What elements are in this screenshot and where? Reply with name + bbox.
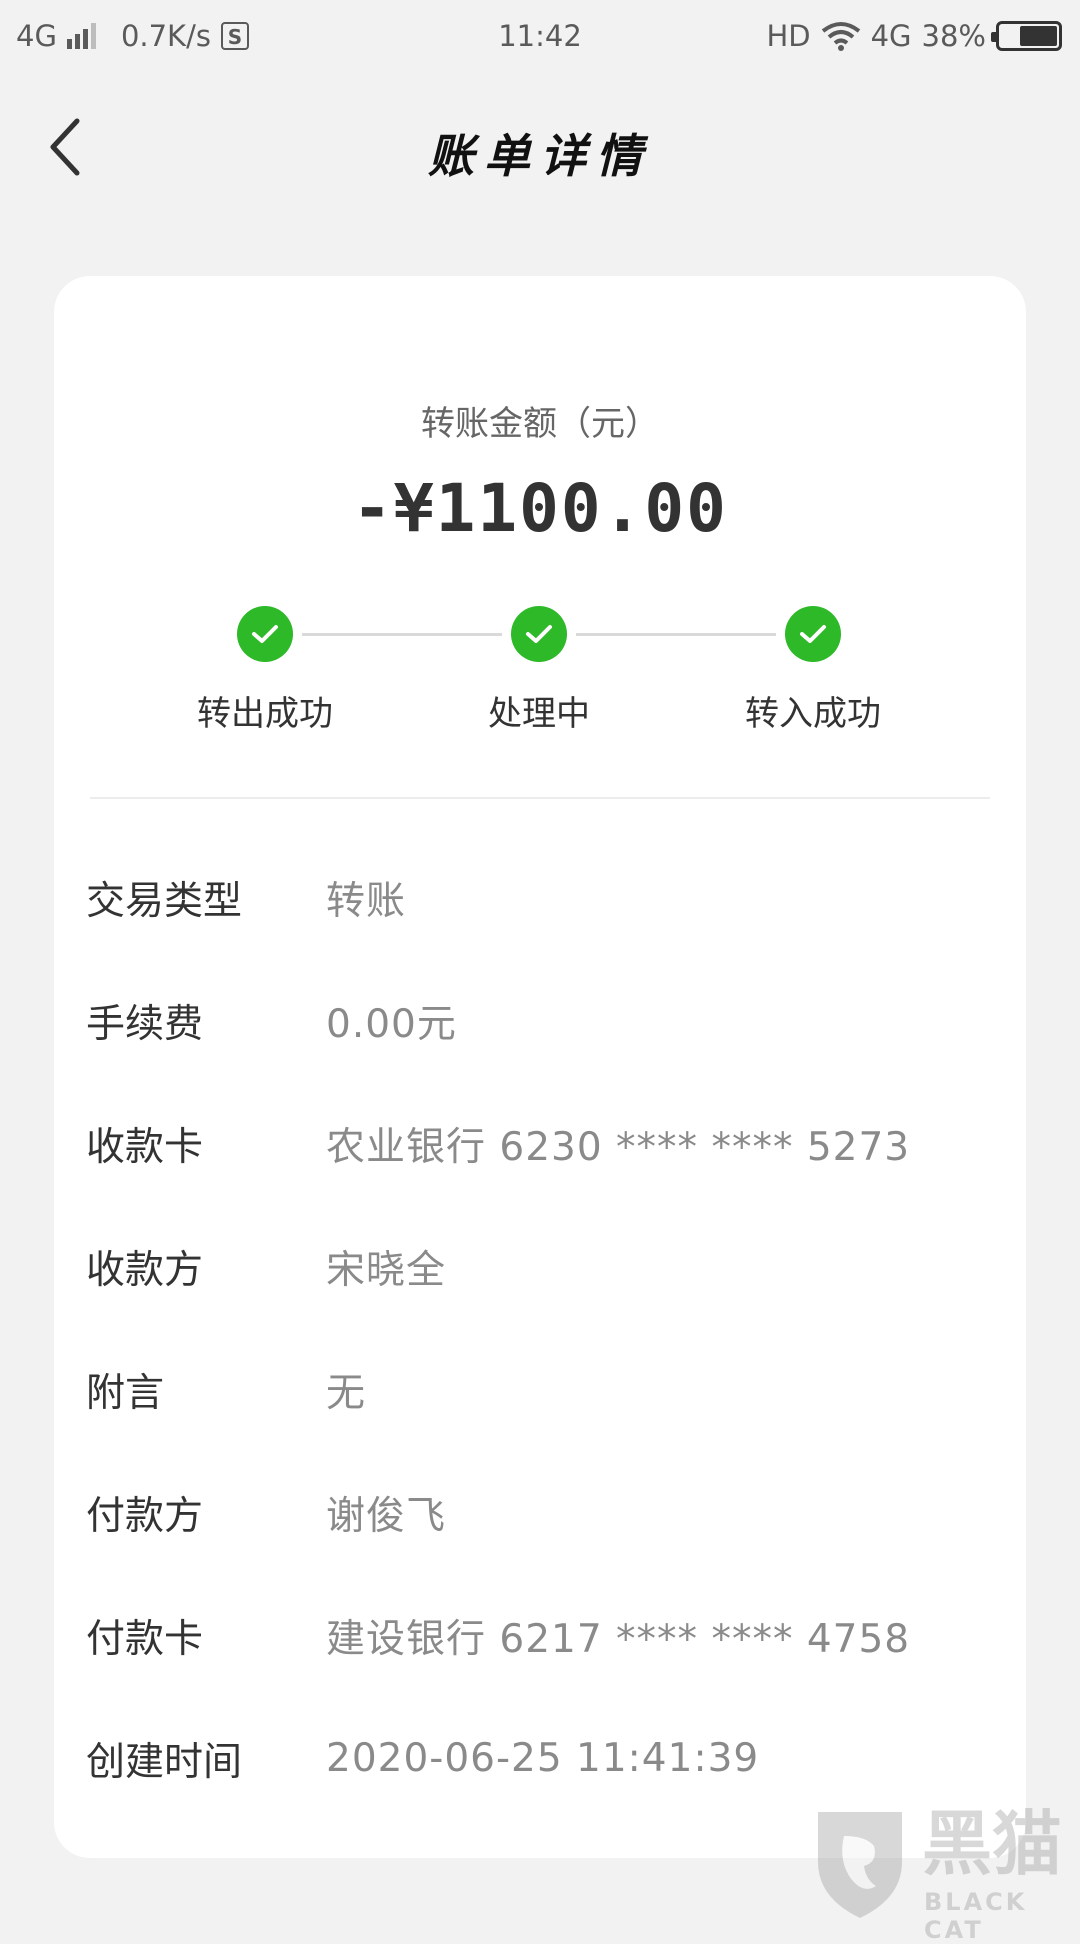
check-icon: [511, 606, 567, 662]
network-type-2: 4G: [870, 19, 912, 53]
detail-key: 交易类型: [86, 878, 243, 924]
detail-value: 2020-06-25 11:41:39: [326, 1736, 760, 1781]
detail-row-payer-card: 付款卡 建设银行 6217 **** **** 4758: [86, 1574, 1006, 1697]
amount-value: -¥1100.00: [352, 470, 728, 547]
detail-row-fee: 手续费 0.00元: [86, 959, 1006, 1082]
detail-value: 转账: [326, 878, 407, 924]
detail-key: 付款卡: [86, 1616, 204, 1662]
detail-value: 农业银行 6230 **** **** 5273: [326, 1124, 911, 1170]
battery-percent: 38%: [921, 19, 986, 53]
step-label: 转出成功: [197, 694, 333, 734]
step-label: 处理中: [488, 694, 590, 734]
check-icon: [785, 606, 841, 662]
detail-list: 交易类型 转账 手续费 0.00元 收款卡 农业银行 6230 **** ***…: [86, 836, 1006, 1820]
bill-detail-card: 转账金额（元） -¥1100.00 转出成功 处理中 转入成功 交易类型 转账 …: [54, 276, 1026, 1858]
step-transfer-out: 转出成功: [155, 606, 375, 735]
check-icon: [237, 606, 293, 662]
detail-value: 无: [326, 1370, 367, 1416]
detail-key: 创建时间: [86, 1739, 243, 1785]
detail-row-payer: 付款方 谢俊飞: [86, 1451, 1006, 1574]
watermark-subtext: BLACK CAT: [924, 1888, 1028, 1944]
status-right: HD 4G 38%: [766, 16, 1062, 56]
nav-bar: 账单详情: [0, 92, 1080, 202]
battery-icon: [991, 21, 1062, 51]
wifi-icon: [821, 21, 861, 51]
detail-row-payee: 收款方 宋晓全: [86, 1205, 1006, 1328]
detail-row-payee-card: 收款卡 农业银行 6230 **** **** 5273: [86, 1082, 1006, 1205]
detail-value: 谢俊飞: [326, 1493, 447, 1539]
step-processing: 处理中: [429, 606, 649, 735]
divider: [90, 797, 990, 799]
cat-shield-icon: [818, 1812, 902, 1918]
step-label: 转入成功: [745, 694, 881, 734]
detail-key: 附言: [86, 1370, 165, 1416]
detail-value: 建设银行 6217 **** **** 4758: [326, 1616, 911, 1662]
detail-key: 收款卡: [86, 1124, 204, 1170]
status-bar: 4G 0.7K/s S 11:42 HD 4G 38%: [0, 0, 1080, 72]
detail-key: 手续费: [86, 1001, 204, 1047]
detail-value: 宋晓全: [326, 1247, 447, 1293]
detail-key: 收款方: [86, 1247, 204, 1293]
watermark: 黑猫 BLACK CAT: [808, 1802, 1080, 1944]
page-title: 账单详情: [428, 129, 652, 183]
watermark-text: 黑猫: [922, 1803, 1062, 1885]
detail-row-transaction-type: 交易类型 转账: [86, 836, 1006, 959]
detail-key: 付款方: [86, 1493, 204, 1539]
hd-label: HD: [766, 19, 811, 53]
detail-value: 0.00元: [326, 1001, 457, 1047]
step-transfer-in: 转入成功: [703, 606, 923, 735]
detail-row-note: 附言 无: [86, 1328, 1006, 1451]
amount-label: 转账金额（元）: [421, 404, 659, 444]
